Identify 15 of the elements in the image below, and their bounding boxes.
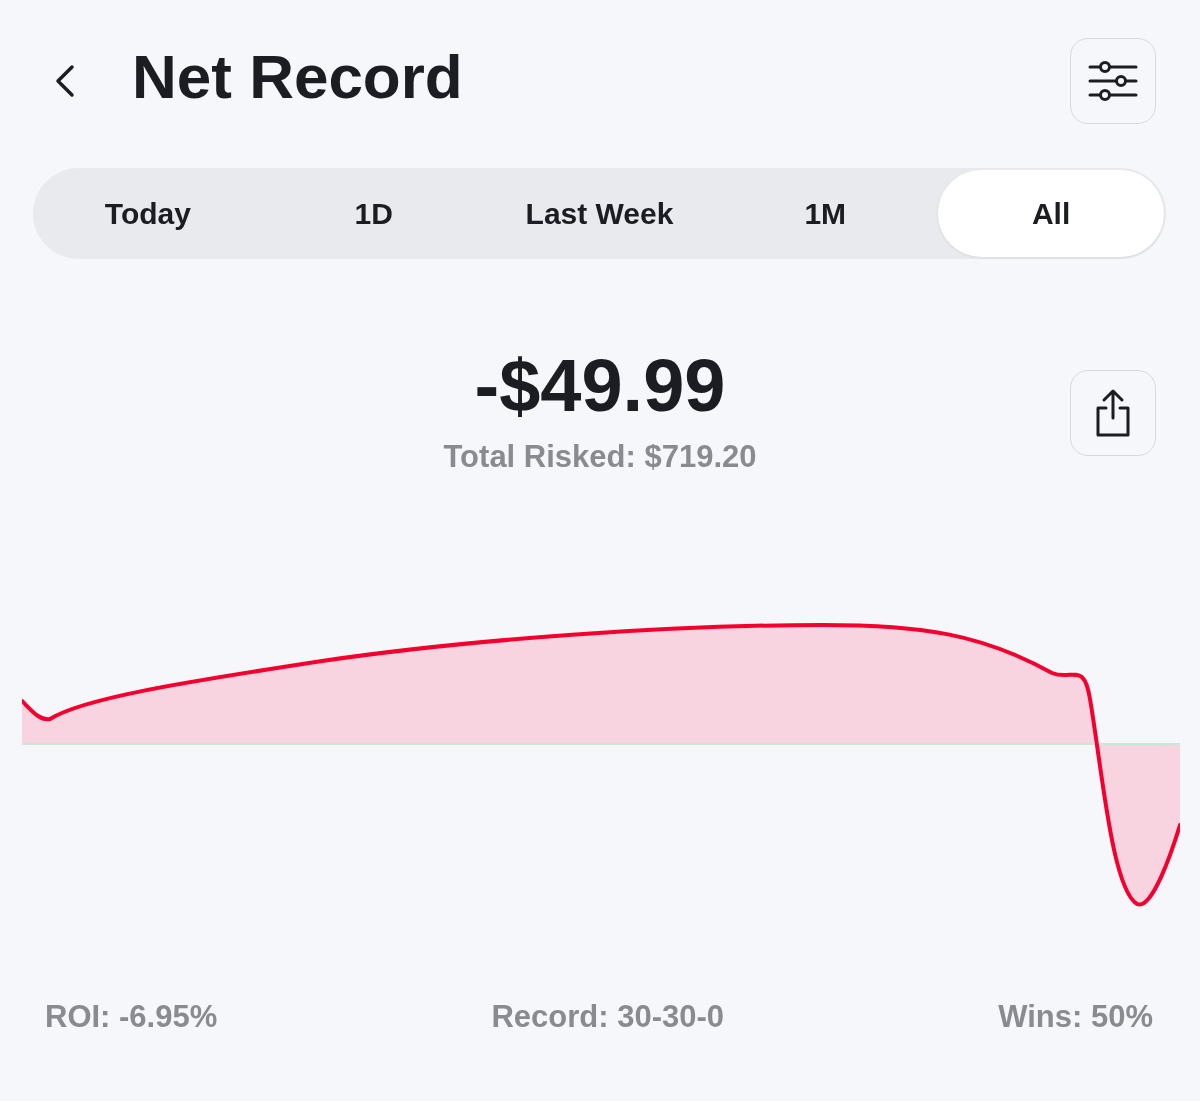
- page-title: Net Record: [132, 40, 464, 112]
- filter-button[interactable]: [1070, 38, 1156, 124]
- stat-text: ROI: -6.95%: [45, 999, 218, 1035]
- period-tab[interactable]: 1D: [260, 170, 487, 257]
- period-tab[interactable]: Today: [35, 170, 261, 257]
- share-button[interactable]: [1070, 370, 1156, 456]
- net-amount: -$49.99: [474, 349, 726, 423]
- total-risked: Total Risked: $719.20: [443, 439, 757, 475]
- period-tab[interactable]: Last Week: [486, 170, 713, 257]
- sliders-icon: [1088, 61, 1138, 101]
- period-tab[interactable]: 1M: [712, 170, 939, 257]
- stat-text: Record: 30-30-0: [491, 999, 725, 1035]
- back-icon[interactable]: [55, 64, 75, 98]
- period-tab[interactable]: All: [938, 170, 1164, 257]
- stat-text: Wins: 50%: [998, 999, 1153, 1035]
